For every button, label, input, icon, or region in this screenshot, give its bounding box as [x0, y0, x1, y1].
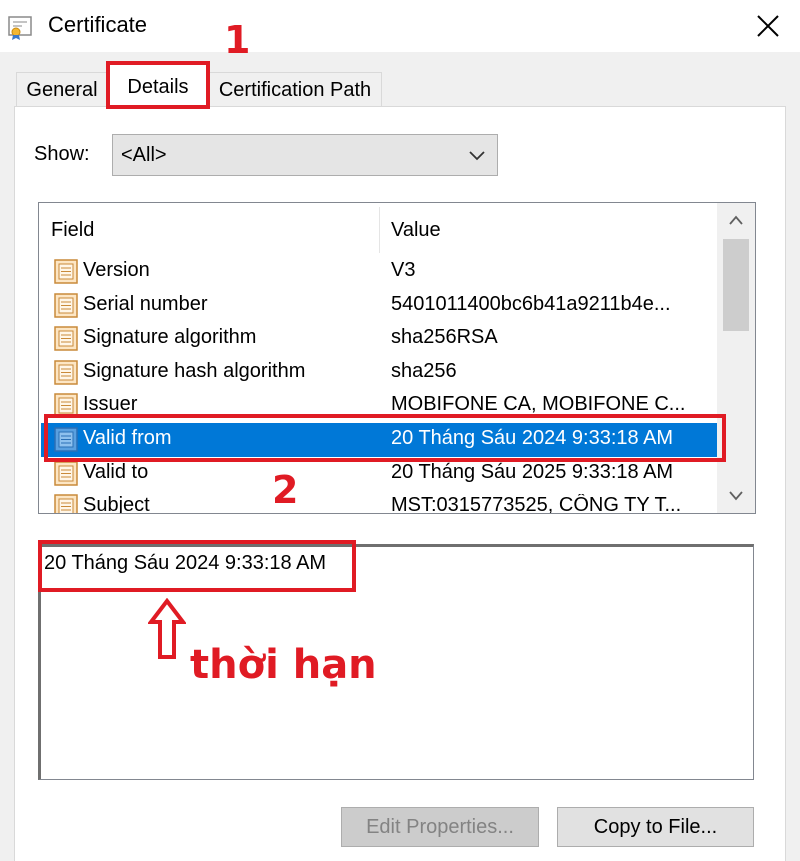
column-header-field[interactable]: Field: [51, 203, 94, 253]
field-list[interactable]: Field Value Version V3 Serial number 540101…: [38, 202, 756, 514]
field-name: Issuer: [83, 393, 138, 416]
field-value: sha256RSA: [391, 326, 498, 349]
tab-general[interactable]: General: [16, 72, 108, 106]
field-row[interactable]: Serial number 5401011400bc6b41a9211b4e...: [41, 289, 717, 323]
chevron-down-icon: [729, 491, 743, 501]
field-name: Subject: [83, 494, 150, 514]
column-header-value[interactable]: Value: [391, 203, 441, 253]
field-row[interactable]: Version V3: [41, 255, 717, 289]
highlight-detail-value: [38, 540, 356, 592]
field-name: Signature algorithm: [83, 326, 257, 349]
copy-to-file-button[interactable]: Copy to File...: [557, 807, 754, 847]
field-name: Serial number: [83, 292, 208, 315]
title-bar: Certificate: [0, 0, 800, 52]
annotation-label: thời hạn: [190, 642, 377, 688]
scrollbar-thumb[interactable]: [723, 239, 749, 331]
chevron-up-icon: [729, 215, 743, 225]
vertical-scrollbar[interactable]: [717, 203, 755, 513]
scroll-up-button[interactable]: [717, 203, 755, 237]
field-property-icon: [54, 259, 78, 284]
field-name: Signature hash algorithm: [83, 359, 306, 382]
annotation-step-1: 1: [224, 18, 251, 62]
highlight-valid-from-row: [44, 414, 726, 462]
certificate-icon: [8, 16, 32, 40]
edit-properties-button[interactable]: Edit Properties...: [341, 807, 539, 847]
field-name: Valid to: [83, 460, 149, 483]
field-value: 5401011400bc6b41a9211b4e...: [391, 292, 671, 315]
scroll-down-button[interactable]: [717, 479, 755, 513]
field-value: sha256: [391, 359, 457, 382]
tab-certification-path[interactable]: Certification Path: [208, 72, 382, 106]
show-label: Show:: [34, 143, 90, 165]
field-value: MOBIFONE CA, MOBIFONE C...: [391, 393, 686, 416]
column-divider[interactable]: [379, 207, 380, 253]
field-row[interactable]: Subject MST:0315773525, CÔNG TY T...: [41, 490, 717, 514]
annotation-step-2: 2: [272, 468, 299, 512]
show-dropdown[interactable]: <All>: [112, 134, 498, 176]
field-value: 20 Tháng Sáu 2025 9:33:18 AM: [391, 460, 674, 483]
field-property-icon: [54, 292, 78, 318]
field-property-icon: [54, 360, 78, 385]
field-row[interactable]: Signature hash algorithm sha256: [41, 356, 717, 390]
field-property-icon: [54, 494, 78, 513]
field-name: Version: [83, 259, 150, 281]
show-dropdown-value: <All>: [121, 144, 167, 166]
highlight-details-tab: [106, 61, 210, 109]
field-property-icon: [54, 460, 78, 486]
window-title: Certificate: [48, 12, 148, 37]
field-value: MST:0315773525, CÔNG TY T...: [391, 494, 682, 514]
field-property-icon: [54, 326, 78, 351]
chevron-down-icon: [469, 151, 485, 161]
field-row[interactable]: Signature algorithm sha256RSA: [41, 322, 717, 356]
close-icon: [757, 15, 779, 37]
field-value: V3: [391, 259, 416, 281]
close-button[interactable]: [744, 6, 792, 46]
arrow-up-icon: [148, 598, 186, 659]
